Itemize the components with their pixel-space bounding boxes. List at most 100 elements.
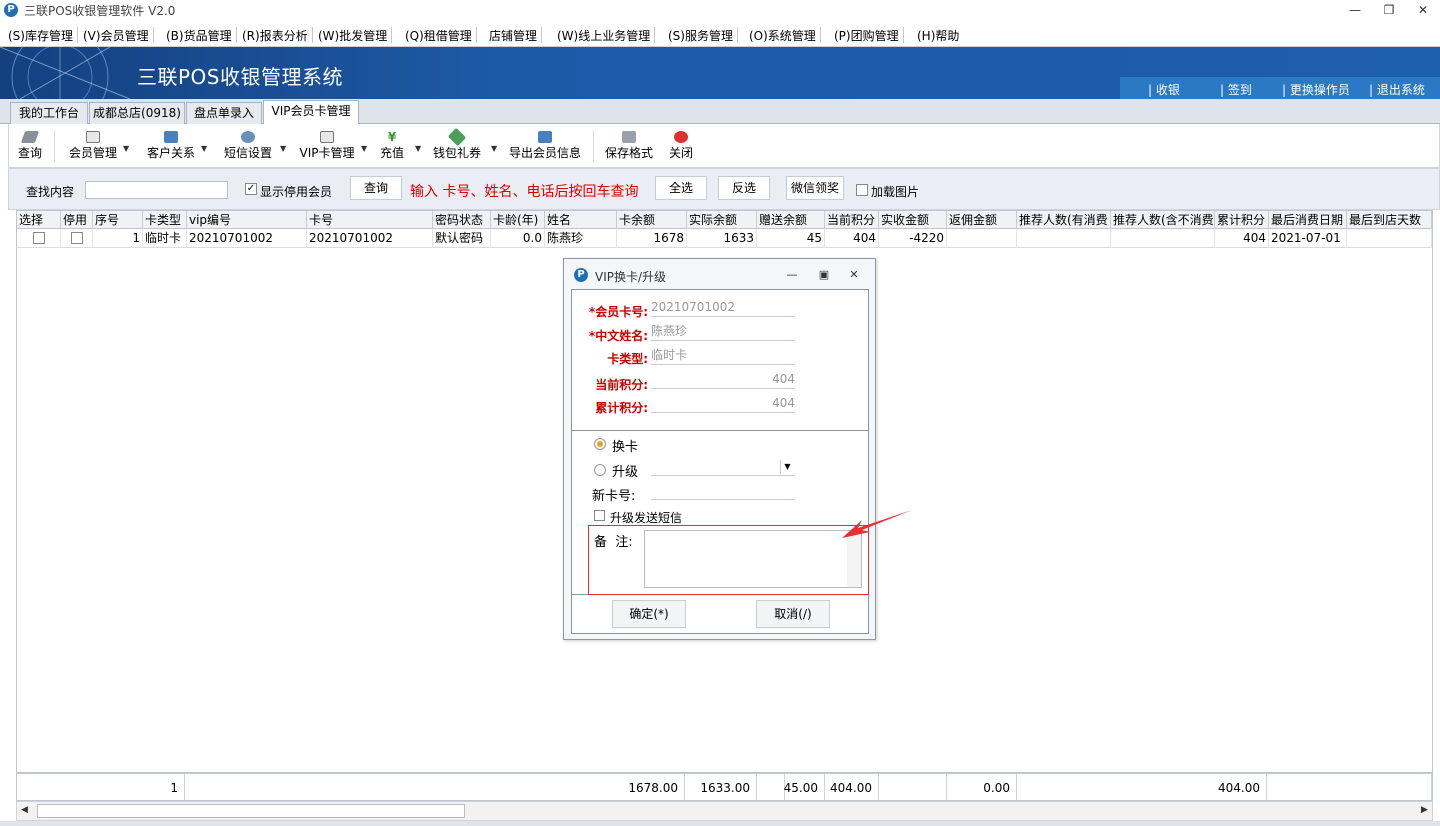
menu-item-3[interactable]: (R)报表分析 [242,27,308,44]
grid-header-cell[interactable]: 实收金额 [879,211,947,229]
org-chart-icon [164,131,178,143]
scroll-left-icon[interactable]: ◀ [21,805,28,815]
menu-item-6[interactable]: 店铺管理 [489,27,537,44]
vip-card-icon [320,131,334,143]
grid-cell: 陈燕珍 [545,229,617,248]
link-sign-in[interactable]: | 签到 [1220,81,1252,98]
close-icon[interactable]: ✕ [1409,1,1437,19]
grid-header-cell[interactable]: 卡龄(年) [491,211,545,229]
horizontal-scrollbar[interactable]: ◀ ▶ [16,801,1433,821]
app-logo-icon: P [4,3,18,17]
vip-change-upgrade-dialog: P VIP换卡/升级 — ▣ ✕ *会员卡号: 20210701002 *中文姓… [563,258,876,640]
footer-cell: 1 [17,774,185,800]
save-format-button[interactable]: 保存格式 [603,128,655,166]
grid-header-cell[interactable]: 赠送余额 [757,211,825,229]
member-management-button[interactable]: 会员管理 ▼ [61,128,129,166]
grid-header-cell[interactable]: 卡类型 [143,211,187,229]
grid-header-cell[interactable]: 实际余额 [687,211,757,229]
cancel-button[interactable]: 取消(/) [756,600,830,628]
tab-chengdu-store[interactable]: 成都总店(0918) [89,102,185,124]
row-disabled-checkbox[interactable] [61,229,93,248]
menu-item-0[interactable]: (S)库存管理 [8,27,73,44]
grid-header-cell[interactable]: 停用 [61,211,93,229]
dialog-close-icon[interactable]: ✕ [846,267,862,283]
tab-vip-card-management[interactable]: VIP会员卡管理 [263,100,359,124]
chevron-down-icon[interactable]: ▼ [780,460,794,474]
close-tab-button[interactable]: 关闭 [665,128,697,166]
grid-cell: 1 [93,229,143,248]
menu-separator [654,27,655,43]
grid-header-cell[interactable]: 密码状态 [433,211,491,229]
menu-item-4[interactable]: (W)批发管理 [318,27,387,44]
member-card-no-label: *会员卡号: [588,305,648,319]
footer-cell: 1633.00 [685,774,757,800]
menu-item-8[interactable]: (S)服务管理 [668,27,733,44]
upgrade-sms-checkbox[interactable] [594,510,605,521]
customer-relations-button[interactable]: 客户关系 ▼ [139,128,207,166]
vip-card-management-button[interactable]: VIP卡管理 ▼ [295,128,367,166]
dialog-minimize-icon[interactable]: — [784,267,800,283]
export-member-info-button[interactable]: 导出会员信息 [507,128,583,166]
grid-header-cell[interactable]: 卡余额 [617,211,687,229]
link-change-operator[interactable]: | 更换操作员 [1282,81,1350,98]
tab-workbench[interactable]: 我的工作台 [10,102,88,124]
grid-header-cell[interactable]: 累计积分 [1215,211,1269,229]
grid-cell: 20210701002 [187,229,307,248]
grid-header-cell[interactable]: vip编号 [187,211,307,229]
wechat-prize-button[interactable]: 微信领奖 [786,176,844,200]
grid-header-cell[interactable]: 返佣金额 [947,211,1017,229]
upgrade-card-type-select[interactable] [651,458,795,476]
new-card-no-input[interactable] [651,482,795,500]
scroll-thumb[interactable] [37,804,465,818]
checkbox-icon[interactable] [33,232,45,244]
title-bar: P 三联POS收银管理软件 V2.0 — ❐ ✕ [0,0,1440,20]
table-row[interactable]: 1 临时卡 20210701002 20210701002 默认密码 0.0 陈燕珍 1678… [17,229,1432,248]
link-cashier[interactable]: | 收银 [1148,81,1180,98]
invert-selection-button[interactable]: 反选 [718,176,770,200]
change-card-radio[interactable] [594,438,606,450]
card-type-field: 临时卡 [651,347,795,365]
new-card-no-label: 新卡号: [592,489,636,504]
menu-item-9[interactable]: (O)系统管理 [749,27,816,44]
show-disabled-checkbox[interactable]: ✓ [245,183,257,195]
grid-header-cell[interactable]: 选择 [17,211,61,229]
link-exit-system[interactable]: | 退出系统 [1369,81,1425,98]
grid-header-cell[interactable]: 卡号 [307,211,433,229]
minimize-icon[interactable]: — [1341,1,1369,19]
highlight-box [588,525,869,595]
grid-header-cell[interactable]: 推荐人数(有消费 [1017,211,1111,229]
query-search-button[interactable]: 查询 [350,176,402,200]
menu-item-7[interactable]: (W)线上业务管理 [557,27,650,44]
grid-header-cell[interactable]: 当前积分 [825,211,879,229]
grid-header-cell[interactable]: 最后消费日期 [1269,211,1347,229]
yen-icon: ¥ [387,130,397,144]
grid-cell: 临时卡 [143,229,187,248]
member-card-no-field: 20210701002 [651,299,795,317]
grid-header-cell[interactable]: 推荐人数(含不消费 [1111,211,1215,229]
tab-stocktake-entry[interactable]: 盘点单录入 [186,102,262,124]
menu-separator [391,27,392,43]
wallet-coupon-button[interactable]: 钱包礼券 ▼ [429,127,497,166]
restore-icon[interactable]: ❐ [1375,1,1403,19]
scroll-right-icon[interactable]: ▶ [1421,805,1428,815]
menu-item-11[interactable]: (H)帮助 [917,27,959,44]
menu-item-1[interactable]: (V)会员管理 [83,27,149,44]
dialog-maximize-icon[interactable]: ▣ [816,267,832,283]
sms-settings-button[interactable]: 短信设置 ▼ [216,128,286,166]
menu-item-10[interactable]: (P)团购管理 [834,27,899,44]
grid-header-cell[interactable]: 姓名 [545,211,617,229]
load-images-checkbox[interactable] [856,184,868,196]
checkbox-icon[interactable] [71,232,83,244]
confirm-button[interactable]: 确定(*) [612,600,686,628]
grid-header-cell[interactable]: 序号 [93,211,143,229]
menu-item-5[interactable]: (Q)租借管理 [405,27,472,44]
upgrade-radio[interactable] [594,464,606,476]
grid-header-cell[interactable]: 最后到店天数 [1347,211,1432,229]
menu-item-2[interactable]: (B)货品管理 [166,27,232,44]
recharge-button[interactable]: ¥ 充值 ▼ [375,128,421,166]
query-button[interactable]: 查询 [13,128,47,166]
total-points-label: 累计积分: [595,401,648,415]
row-select-checkbox[interactable] [17,229,61,248]
search-input[interactable] [85,181,228,199]
select-all-button[interactable]: 全选 [655,176,707,200]
